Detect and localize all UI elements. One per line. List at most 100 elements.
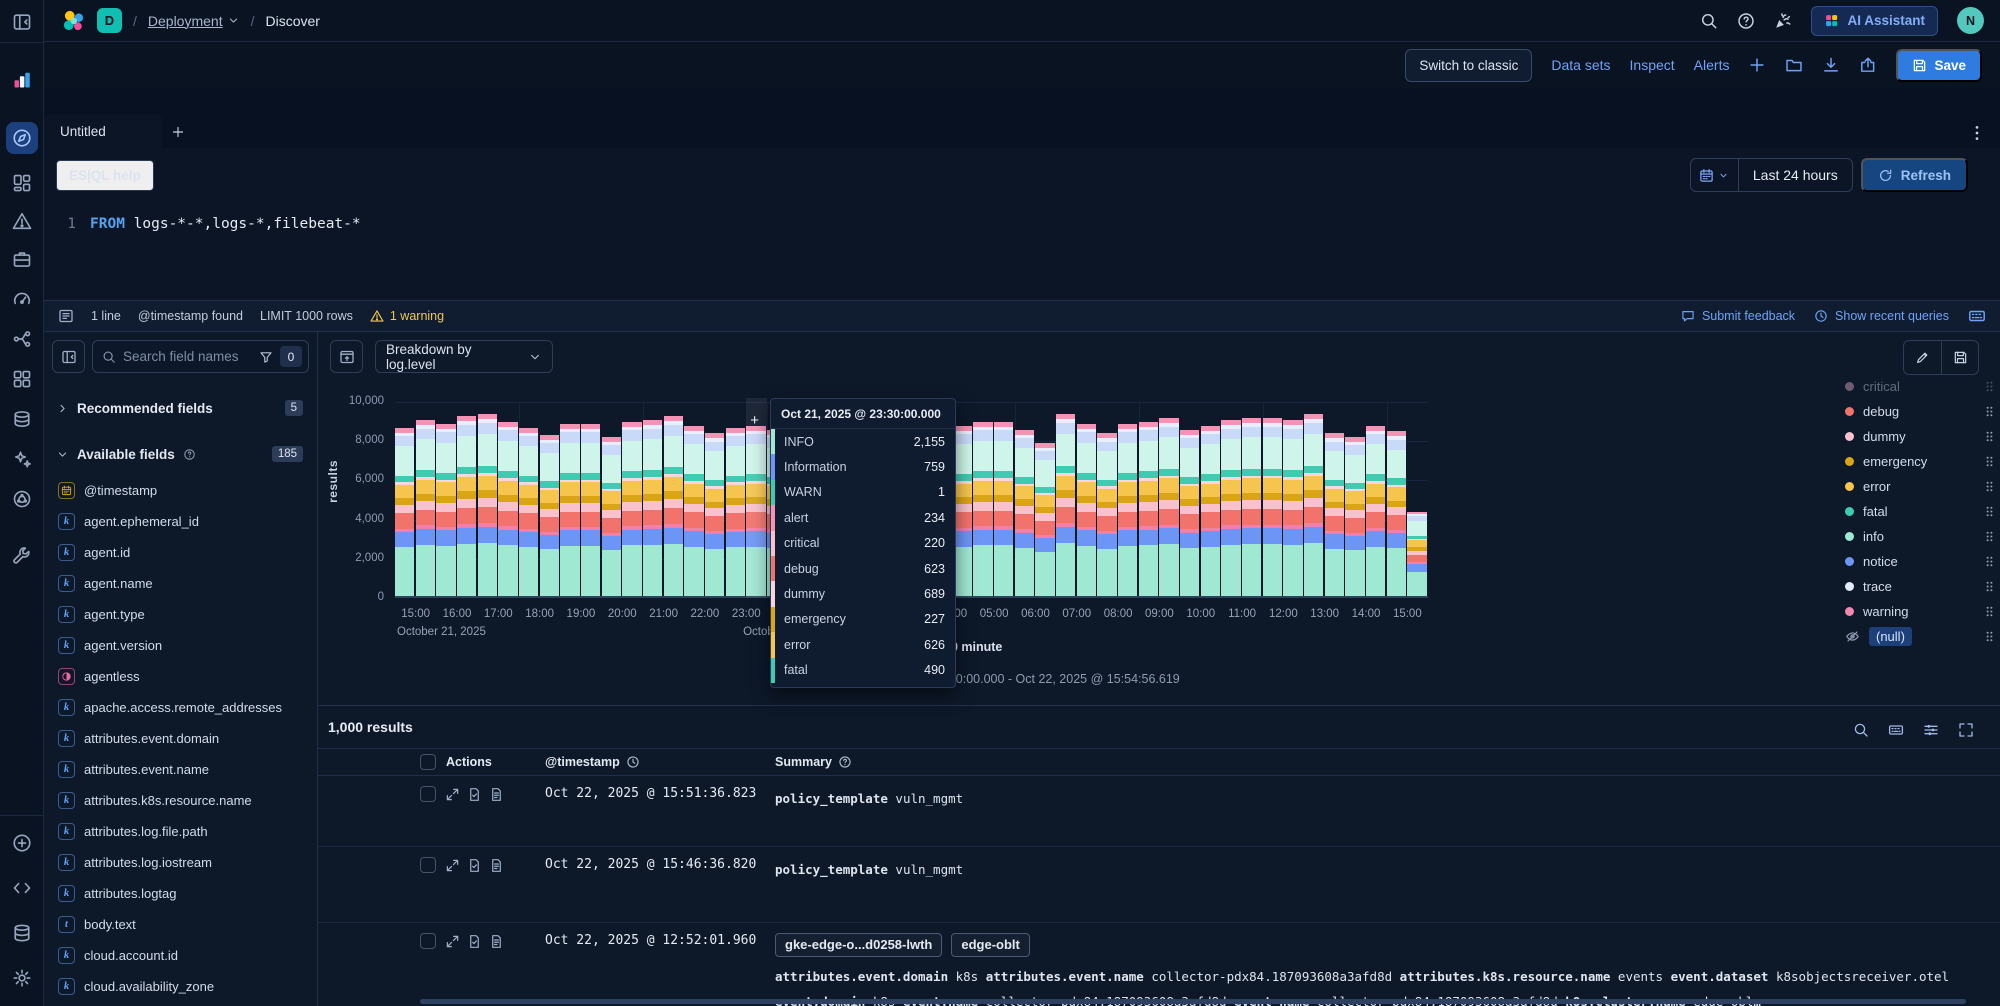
histogram-bar[interactable] — [1118, 424, 1137, 596]
hide-chart-icon[interactable] — [330, 340, 363, 373]
legend-label[interactable]: fatal — [1863, 504, 1888, 519]
rail-dev-tools-code[interactable] — [12, 878, 32, 898]
question-circle-icon[interactable] — [183, 448, 196, 461]
row-checkbox[interactable] — [420, 933, 436, 949]
legend-label[interactable]: error — [1863, 479, 1890, 494]
legend-label[interactable]: warning — [1863, 604, 1909, 619]
legend-actions-icon[interactable] — [1982, 404, 1997, 419]
histogram-bar[interactable] — [664, 416, 683, 596]
histogram-bar[interactable] — [1345, 437, 1364, 596]
eye-slash-icon[interactable] — [1845, 629, 1860, 644]
histogram-bar[interactable] — [478, 414, 497, 596]
recommended-fields-section[interactable]: Recommended fields 5 — [44, 391, 317, 425]
tab-untitled[interactable]: Untitled — [44, 115, 162, 148]
rail-tools-wrench[interactable] — [12, 546, 32, 566]
field-item[interactable]: kattributes.logtag — [44, 878, 317, 909]
legend-label[interactable]: critical — [1863, 379, 1900, 394]
legend-label[interactable]: notice — [1863, 554, 1898, 569]
legend-label[interactable]: emergency — [1863, 454, 1927, 469]
keyboard-icon[interactable] — [1968, 307, 1986, 325]
time-picker-calendar-button[interactable] — [1691, 159, 1739, 191]
new-session-icon[interactable] — [1748, 56, 1766, 74]
field-filter-icon[interactable] — [259, 350, 273, 364]
row-checkbox[interactable] — [420, 786, 436, 802]
field-item[interactable]: kagent.name — [44, 568, 317, 599]
field-item[interactable]: kcloud.account.id — [44, 940, 317, 971]
histogram-bar[interactable] — [519, 427, 538, 596]
field-item[interactable]: kattributes.event.domain — [44, 723, 317, 754]
table-row[interactable]: Oct 22, 2025 @ 15:46:36.820policy_templa… — [318, 847, 2000, 923]
legend-actions-icon[interactable] — [1982, 604, 1997, 619]
editor-footer-icon[interactable] — [58, 308, 74, 324]
legend-label[interactable]: trace — [1863, 579, 1892, 594]
rail-inventory-grid[interactable] — [12, 369, 32, 389]
field-item[interactable]: agentless — [44, 661, 317, 692]
field-search-input[interactable]: Search field names 0 — [92, 340, 309, 373]
histogram-bar[interactable] — [1304, 414, 1323, 596]
histogram-bar[interactable] — [1325, 433, 1344, 596]
esql-editor[interactable]: ES|QL help Last 24 hours Refresh 1 FROM … — [44, 148, 2000, 300]
grid-keyboard-icon[interactable] — [1881, 715, 1911, 745]
surrounding-docs-icon[interactable] — [467, 934, 482, 949]
warning-badge[interactable]: 1 warning — [370, 309, 444, 323]
resource-badge[interactable]: gke-edge-o...d0258-lwth — [775, 933, 942, 957]
row-checkbox[interactable] — [420, 857, 436, 873]
histogram-bar[interactable] — [416, 420, 435, 596]
histogram-bar[interactable] — [1056, 414, 1075, 596]
grid-row-height-icon[interactable] — [1916, 715, 1946, 745]
histogram-bar[interactable] — [395, 427, 414, 596]
project-badge[interactable]: D — [97, 8, 122, 33]
available-fields-section[interactable]: Available fields 185 — [44, 437, 317, 471]
histogram-bar[interactable] — [994, 422, 1013, 596]
help-icon[interactable] — [1737, 12, 1755, 30]
legend-actions-icon[interactable] — [1982, 379, 1997, 394]
expand-row-icon[interactable] — [445, 934, 460, 949]
rail-synthetics-monitor[interactable] — [12, 489, 32, 509]
histogram-bar[interactable] — [1077, 424, 1096, 596]
rail-add-data[interactable] — [12, 833, 32, 853]
histogram-bar[interactable] — [1283, 420, 1302, 596]
field-item[interactable]: kagent.id — [44, 537, 317, 568]
histogram-bar[interactable] — [643, 420, 662, 596]
histogram-bar[interactable] — [602, 437, 621, 596]
legend-label[interactable]: (null) — [1869, 627, 1912, 646]
histogram-bar[interactable] — [1015, 429, 1034, 596]
select-all-checkbox[interactable] — [420, 754, 436, 770]
grid-search-icon[interactable] — [1846, 715, 1876, 745]
inspect-link[interactable]: Inspect — [1630, 57, 1675, 73]
search-icon[interactable] — [1700, 12, 1718, 30]
histogram-bar[interactable] — [1263, 418, 1282, 596]
collapse-nav-icon[interactable] — [12, 12, 32, 32]
histogram-bar[interactable] — [1366, 425, 1385, 596]
query-line[interactable]: 1 FROM logs-*-*,logs-*,filebeat-* — [58, 216, 361, 232]
histogram-bar[interactable] — [622, 422, 641, 596]
export-icon[interactable] — [1859, 56, 1877, 74]
grid-fullscreen-icon[interactable] — [1951, 715, 1981, 745]
whats-new-icon[interactable] — [1774, 12, 1792, 30]
new-tab-button[interactable] — [162, 115, 194, 148]
rail-stack-database[interactable] — [12, 923, 32, 943]
user-avatar[interactable]: N — [1957, 7, 1984, 34]
rail-ai-sparkles[interactable] — [12, 449, 32, 469]
histogram-bar[interactable] — [1139, 422, 1158, 596]
legend-actions-icon[interactable] — [1982, 454, 1997, 469]
field-item[interactable]: kagent.version — [44, 630, 317, 661]
legend-label[interactable]: dummy — [1863, 429, 1906, 444]
table-row[interactable]: Oct 22, 2025 @ 15:51:36.823policy_templa… — [318, 776, 2000, 847]
field-item[interactable]: kagent.ephemeral_id — [44, 506, 317, 537]
breakdown-select[interactable]: Breakdown by log.level — [375, 340, 553, 373]
time-range-button[interactable]: Last 24 hours — [1739, 159, 1852, 191]
field-item[interactable]: kattributes.k8s.resource.name — [44, 785, 317, 816]
resource-badge[interactable]: edge-oblt — [951, 933, 1030, 957]
field-item[interactable]: tbody.text — [44, 909, 317, 940]
field-item[interactable]: kagent.type — [44, 599, 317, 630]
horizontal-scrollbar[interactable] — [420, 999, 1966, 1004]
column-summary[interactable]: Summary — [775, 755, 852, 769]
legend-actions-icon[interactable] — [1982, 529, 1997, 544]
field-item[interactable]: kattributes.log.file.path — [44, 816, 317, 847]
field-item[interactable]: kapache.access.remote_addresses — [44, 692, 317, 723]
view-doc-icon[interactable] — [489, 858, 504, 873]
expand-row-icon[interactable] — [445, 787, 460, 802]
open-session-icon[interactable] — [1785, 56, 1803, 74]
histogram-bar[interactable] — [726, 427, 745, 596]
